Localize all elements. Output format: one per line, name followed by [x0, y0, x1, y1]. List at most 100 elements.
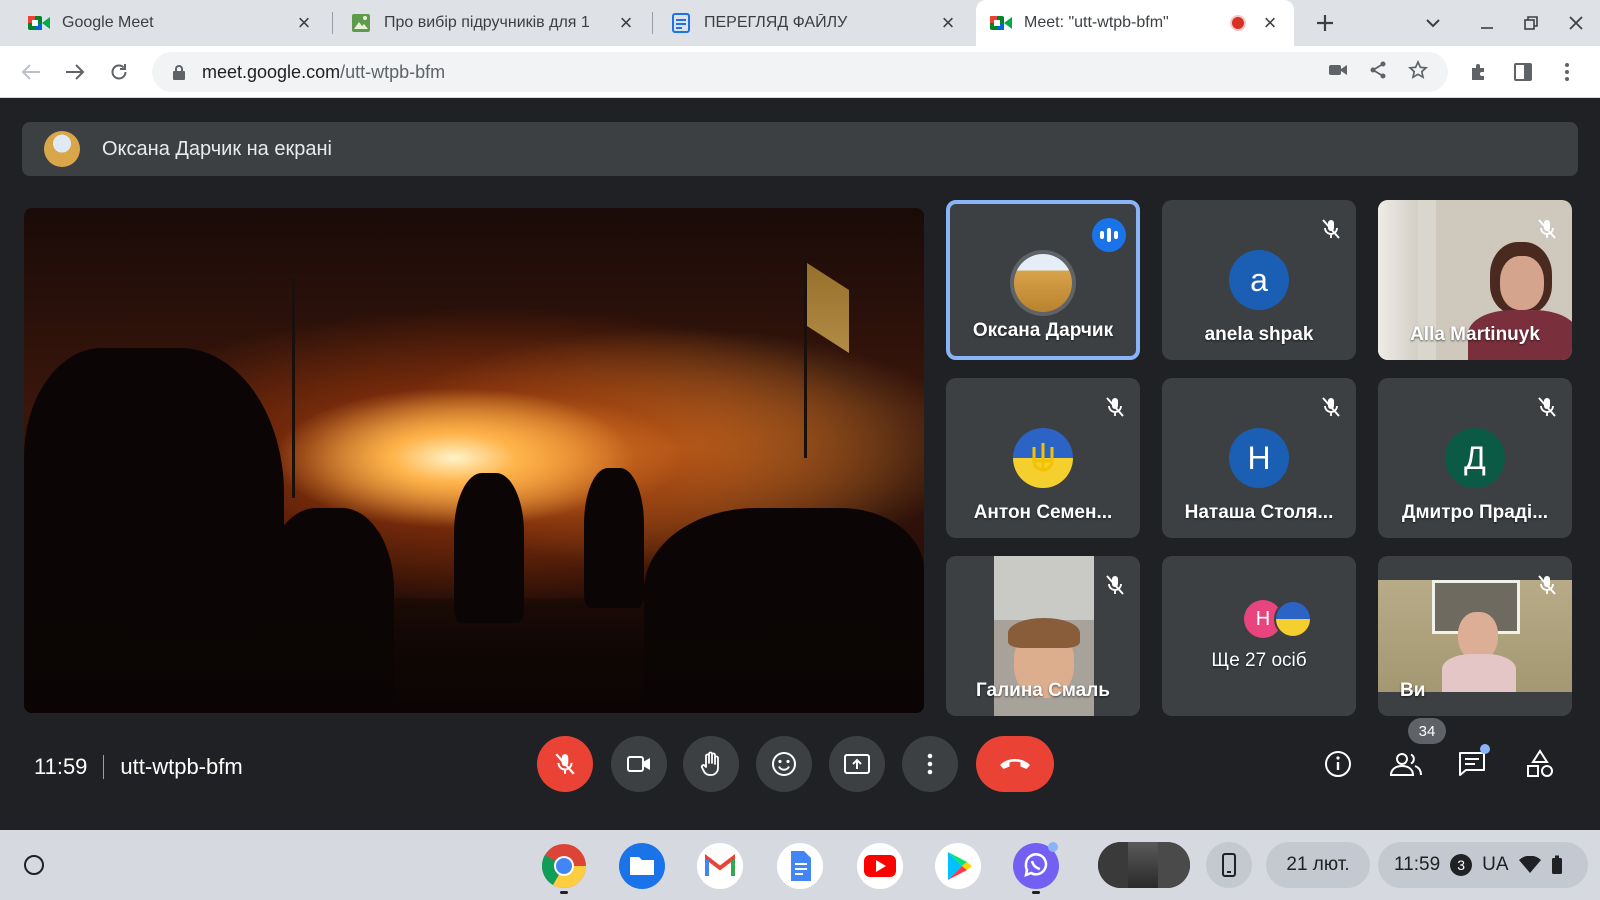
restore-button[interactable] [1516, 8, 1546, 38]
tab-divider [332, 12, 333, 34]
tab-textbooks[interactable]: Про вибір підручників для 1 × [336, 0, 650, 46]
avatar: Д [1445, 428, 1505, 488]
calendar-date-button[interactable]: 21 лют. [1266, 842, 1370, 888]
meeting-controls: 11:59 utt-wtpb-bfm 34 [0, 716, 1600, 830]
recording-indicator-icon [1230, 15, 1246, 31]
participant-tile-more[interactable]: Н Ще 27 осіб [1162, 556, 1356, 716]
participant-tile-oksana[interactable]: Оксана Дарчик [946, 200, 1140, 360]
restore-icon [1524, 16, 1538, 30]
participant-tile-alla[interactable]: Alla Martinuyk [1378, 200, 1572, 360]
unread-dot [1480, 744, 1490, 754]
lock-icon [173, 65, 185, 80]
files-icon [619, 843, 665, 889]
close-tab-icon[interactable]: × [294, 10, 314, 36]
window-previews[interactable] [1098, 842, 1190, 888]
participant-name: Alla Martinuyk [1410, 324, 1540, 345]
participant-name: Дмитро Праді... [1401, 502, 1549, 523]
close-tab-icon[interactable]: × [938, 10, 958, 36]
participant-tile-anela[interactable]: a anela shpak [1162, 200, 1356, 360]
close-icon [1569, 16, 1583, 30]
hand-icon [700, 751, 719, 776]
shelf-date: 21 лют. [1286, 854, 1350, 875]
shelf-app-chrome[interactable] [540, 842, 588, 894]
status-area[interactable]: 11:59 3 UA [1378, 842, 1588, 888]
meeting-info: 11:59 utt-wtpb-bfm [34, 754, 243, 780]
preview-thumbnail [1128, 842, 1158, 888]
shelf-app-viber[interactable] [1012, 842, 1060, 894]
participant-tile-dmytro[interactable]: Д Дмитро Праді... [1378, 378, 1572, 538]
info-icon [1325, 751, 1351, 777]
side-panel-icon [1514, 63, 1532, 81]
mic-off-icon [1534, 394, 1560, 420]
tab-meet-active[interactable]: Meet: "utt-wtpb-bfm" × [976, 0, 1294, 46]
tab-google-meet[interactable]: Google Meet × [14, 0, 328, 46]
puzzle-icon [1472, 64, 1484, 80]
shelf-app-gmail[interactable] [696, 842, 744, 890]
show-everyone-button[interactable] [1384, 742, 1428, 786]
mic-off-icon [1318, 216, 1344, 242]
browser-toolbar: meet.google.com/utt-wtpb-bfm [0, 46, 1600, 98]
camera-in-use-icon[interactable] [1328, 62, 1348, 83]
launcher-button[interactable] [10, 841, 58, 889]
browser-menu-button[interactable] [1552, 57, 1582, 87]
presentation-video[interactable] [24, 208, 924, 713]
meet-stage: Оксана Дарчик на екрані Оксана Дарчик a … [0, 98, 1600, 830]
address-bar[interactable]: meet.google.com/utt-wtpb-bfm [152, 52, 1448, 92]
tab-title: Google Meet [62, 14, 154, 31]
chat-button[interactable] [1450, 742, 1494, 786]
more-options-button[interactable] [902, 736, 958, 792]
bookmark-star-icon[interactable] [1407, 59, 1429, 85]
close-window-button[interactable] [1561, 8, 1591, 38]
participant-tile-halyna[interactable]: Галина Смаль [946, 556, 1140, 716]
people-icon [1389, 753, 1422, 776]
mic-off-icon [1318, 394, 1344, 420]
call-end-icon [1000, 759, 1030, 769]
meeting-details-button[interactable] [1316, 742, 1360, 786]
present-screen-button[interactable] [829, 736, 885, 792]
speaking-indicator-icon [1092, 218, 1126, 252]
forward-button[interactable] [60, 57, 90, 87]
ground-shadow [24, 598, 924, 713]
preview-thumbnail [1158, 842, 1190, 888]
url-host: meet.google.com [202, 61, 341, 82]
leave-call-button[interactable] [976, 736, 1054, 792]
people-count-badge: 34 [1408, 718, 1446, 744]
participant-tile-natasha[interactable]: Н Наташа Столя... [1162, 378, 1356, 538]
back-button[interactable] [16, 57, 46, 87]
phone-hub-button[interactable] [1206, 842, 1252, 888]
shelf-app-youtube[interactable] [856, 842, 904, 890]
side-panel-button[interactable] [1508, 57, 1538, 87]
toggle-mic-button[interactable] [537, 736, 593, 792]
close-tab-icon[interactable]: × [1260, 10, 1280, 36]
shelf-app-files[interactable] [618, 842, 666, 890]
new-tab-button[interactable] [1310, 8, 1340, 38]
participant-tile-anton[interactable]: Антон Семен... [946, 378, 1140, 538]
avatar [1274, 600, 1312, 638]
extensions-button[interactable] [1464, 57, 1494, 87]
os-shelf: 21 лют. 11:59 3 UA [0, 830, 1600, 900]
shelf-app-docs[interactable] [776, 842, 824, 890]
participant-name: Наташа Столя... [1184, 502, 1334, 523]
mic-off-icon [1102, 572, 1128, 598]
tab-search-button[interactable] [1418, 8, 1448, 38]
tab-divider [652, 12, 653, 34]
activities-button[interactable] [1518, 742, 1562, 786]
tab-file-view[interactable]: ПЕРЕГЛЯД ФАЙЛУ × [656, 0, 972, 46]
divider [103, 755, 105, 779]
minimize-button[interactable] [1472, 8, 1502, 38]
file-view-icon [670, 12, 692, 34]
reactions-button[interactable] [756, 736, 812, 792]
shelf-app-play-store[interactable] [934, 842, 982, 890]
reload-icon [111, 64, 127, 80]
keyboard-layout: UA [1482, 854, 1509, 875]
meet-icon [990, 12, 1012, 34]
participant-tile-you[interactable]: Ви [1378, 556, 1572, 716]
reload-button[interactable] [104, 57, 134, 87]
toggle-camera-button[interactable] [611, 736, 667, 792]
share-icon[interactable] [1368, 60, 1388, 85]
launcher-icon [24, 855, 44, 875]
raise-hand-button[interactable] [683, 736, 739, 792]
participant-name: Галина Смаль [975, 680, 1110, 701]
close-tab-icon[interactable]: × [616, 10, 636, 36]
meeting-code: utt-wtpb-bfm [120, 754, 243, 779]
